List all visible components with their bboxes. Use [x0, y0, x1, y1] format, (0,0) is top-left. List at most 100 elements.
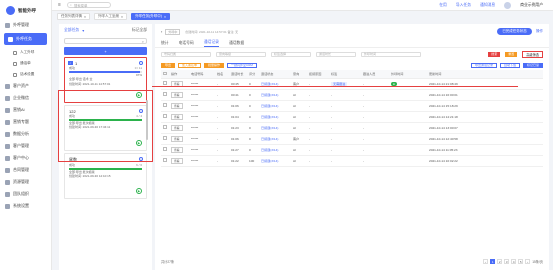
sync-crm-button[interactable]: 一键同步至CRM — [227, 62, 257, 68]
tab-3[interactable]: 通话数据 — [229, 41, 244, 46]
page-2[interactable]: 2 — [497, 259, 503, 264]
page-5[interactable]: 5 — [518, 259, 524, 264]
cell-op-value[interactable]: 查看 — [171, 135, 183, 142]
task-filter-dropdown[interactable]: 全部任务 — [64, 28, 79, 33]
sidebar-item-14[interactable]: 团队组织 — [0, 188, 51, 200]
page-1[interactable]: 1 — [490, 259, 496, 264]
row-checkbox[interactable] — [163, 103, 167, 107]
table-row[interactable]: 查看 ****** - 01:06 0 已接通(3/14) AI - - - 2021-10-14 … — [161, 100, 543, 112]
sidebar-item-15[interactable]: 系统设置 — [0, 200, 51, 212]
page-tab-1[interactable]: 外呼人工坐席 × — [94, 13, 128, 20]
sidebar-item-3[interactable]: 通话单 — [0, 58, 51, 69]
sidebar-item-5[interactable]: 客户资产 — [0, 80, 51, 92]
sidebar-item-10[interactable]: 客户管理 — [0, 140, 51, 152]
page-3[interactable]: 3 — [504, 259, 510, 264]
topbar-link-0[interactable]: 在用 — [439, 3, 447, 8]
blacklist-button[interactable]: 加入黑名单 — [178, 62, 202, 68]
cell-name: - — [215, 89, 229, 101]
topbar-link-2[interactable]: 通知消息 — [480, 3, 495, 8]
cell-op-value[interactable]: 查看 — [171, 113, 183, 120]
play-icon[interactable]: ▶ — [136, 188, 142, 194]
radio-icon[interactable] — [139, 61, 143, 65]
table-row[interactable]: 查看 ****** - 01:23 0 已接通(3/14) AI - - - 2021-10-14 … — [161, 122, 543, 134]
cell-name-value: - — [217, 114, 219, 119]
reset-button[interactable]: 重置 — [505, 51, 518, 57]
close-icon[interactable]: × — [164, 15, 166, 19]
page-4[interactable]: 4 — [511, 259, 517, 264]
filter-field-4[interactable]: 外呼时间 — [361, 51, 421, 57]
sidebar-item-9[interactable]: 数据分析 — [0, 128, 51, 140]
row-checkbox[interactable] — [163, 81, 167, 85]
table-row[interactable]: 查看 ****** - 01:27 0 已接通(3/14) AI - - - 2021-10-14 … — [161, 144, 543, 156]
cell-op-value[interactable]: 查看 — [171, 102, 183, 109]
cell-op-value[interactable]: 查看 — [171, 124, 183, 131]
more-dropdown[interactable]: 操作 — [536, 29, 543, 34]
page-tab-0[interactable]: 任务列表详情 × — [57, 13, 91, 20]
filter-field-0[interactable]: 号码归属 — [161, 51, 211, 57]
avatar[interactable] — [504, 1, 512, 9]
search-input[interactable]: ⌕ 搜索菜单 — [66, 2, 111, 8]
auto-download-button[interactable]: 自动下载 — [499, 62, 520, 68]
table-row[interactable]: 查看 ****** - 01:04 0 已接通(3/14) AI - - - 2021-10-14 … — [161, 111, 543, 123]
sidebar-item-11[interactable]: 客户中心 — [0, 152, 51, 164]
sidebar-item-1[interactable]: 外呼任务 — [4, 33, 47, 45]
add-task-button[interactable]: + — [64, 47, 147, 55]
mark-read-button[interactable]: 标记已读 — [522, 62, 543, 68]
search-button[interactable]: 搜索 — [488, 51, 501, 57]
table-row[interactable]: 查看 ****** - 01:06 0 已接通(3/14) 客户 - - - 2021-10-14 … — [161, 133, 543, 145]
scrollbar[interactable] — [146, 100, 148, 140]
column-header: 外呼时间 — [389, 70, 427, 79]
table-row[interactable]: 查看 ****** - 01:22 100 已接通(3/14) AI - - - 2021-10-1… — [161, 155, 543, 167]
close-icon[interactable]: × — [121, 15, 123, 19]
topbar-link-1[interactable]: 导入任务 — [456, 3, 471, 8]
filter-field-2[interactable]: 标签选择 — [271, 51, 311, 57]
row-checkbox[interactable] — [163, 147, 167, 151]
mark-all-toggle[interactable]: 标记全部 — [132, 28, 147, 33]
chevron-down-icon: ▾ — [82, 29, 85, 33]
cell-dur: 01:06 — [229, 133, 247, 145]
tab-0[interactable]: 统计 — [161, 41, 169, 46]
export-button[interactable]: 导出 — [161, 62, 176, 68]
next-page-button[interactable]: › — [525, 259, 531, 264]
cell-op-value[interactable]: 查看 — [171, 146, 183, 153]
back-icon[interactable]: ‹ — [161, 29, 162, 34]
table-row[interactable]: 查看 ****** - 00:41 0 已接通(3/14) AI - - - 2021-10-14 … — [161, 89, 543, 101]
user-name[interactable]: 商业示例用户 — [520, 3, 543, 8]
cell-tag: - — [329, 144, 361, 156]
row-checkbox[interactable] — [163, 158, 167, 162]
filter-field-1[interactable]: 意向等级 — [216, 51, 266, 57]
sidebar-item-2[interactable]: 人工外呼 — [0, 47, 51, 58]
advanced-filter-button[interactable]: 高级筛选 — [522, 50, 543, 58]
page-tab-2[interactable]: 外呼任务(外呼中) × — [131, 13, 170, 20]
close-icon[interactable]: × — [84, 15, 86, 19]
sidebar-item-7[interactable]: 营销Ai — [0, 104, 51, 116]
tab-1[interactable]: 电话号码 — [179, 41, 194, 46]
sidebar-item-4[interactable]: 话术设置 — [0, 69, 51, 80]
cell-tag: - — [329, 155, 361, 167]
menu-icon[interactable]: ≡ — [58, 2, 61, 8]
export-records-button[interactable]: 导出通话记录 — [470, 62, 497, 68]
sidebar-item-12[interactable]: 合同管理 — [0, 164, 51, 176]
sidebar-item-8[interactable]: 营销专题 — [0, 116, 51, 128]
batch-button[interactable]: 批量操作 — [204, 62, 225, 68]
cell-op-value[interactable]: 查看 — [171, 91, 183, 98]
cell-reason: - — [307, 111, 329, 123]
page-size-select[interactable]: 15条/页 — [532, 259, 543, 264]
sidebar-item-label: 团队组织 — [13, 191, 29, 196]
cell-status-value: 已接通(3/14) — [261, 93, 279, 97]
row-checkbox[interactable] — [163, 125, 167, 129]
sidebar-item-6[interactable]: 企业微信 — [0, 92, 51, 104]
cell-status-value: 已接通(3/14) — [261, 115, 279, 119]
sidebar-item-13[interactable]: 资源管理 — [0, 176, 51, 188]
row-checkbox[interactable] — [163, 136, 167, 140]
filter-field-3[interactable]: 通话时长 — [316, 51, 356, 57]
row-checkbox[interactable] — [163, 92, 167, 96]
cell-op-value[interactable]: 查看 — [171, 157, 183, 164]
task-status-button[interactable]: 已完成任务状态 — [497, 28, 532, 35]
task-search-input[interactable]: ⌕ — [64, 38, 147, 44]
row-checkbox[interactable] — [163, 114, 167, 118]
select-all-checkbox[interactable] — [163, 71, 167, 75]
tab-2[interactable]: 通话记录 — [203, 40, 219, 47]
prev-page-button[interactable]: ‹ — [483, 259, 489, 264]
sidebar-item-0[interactable]: 外呼管理 — [0, 19, 51, 31]
